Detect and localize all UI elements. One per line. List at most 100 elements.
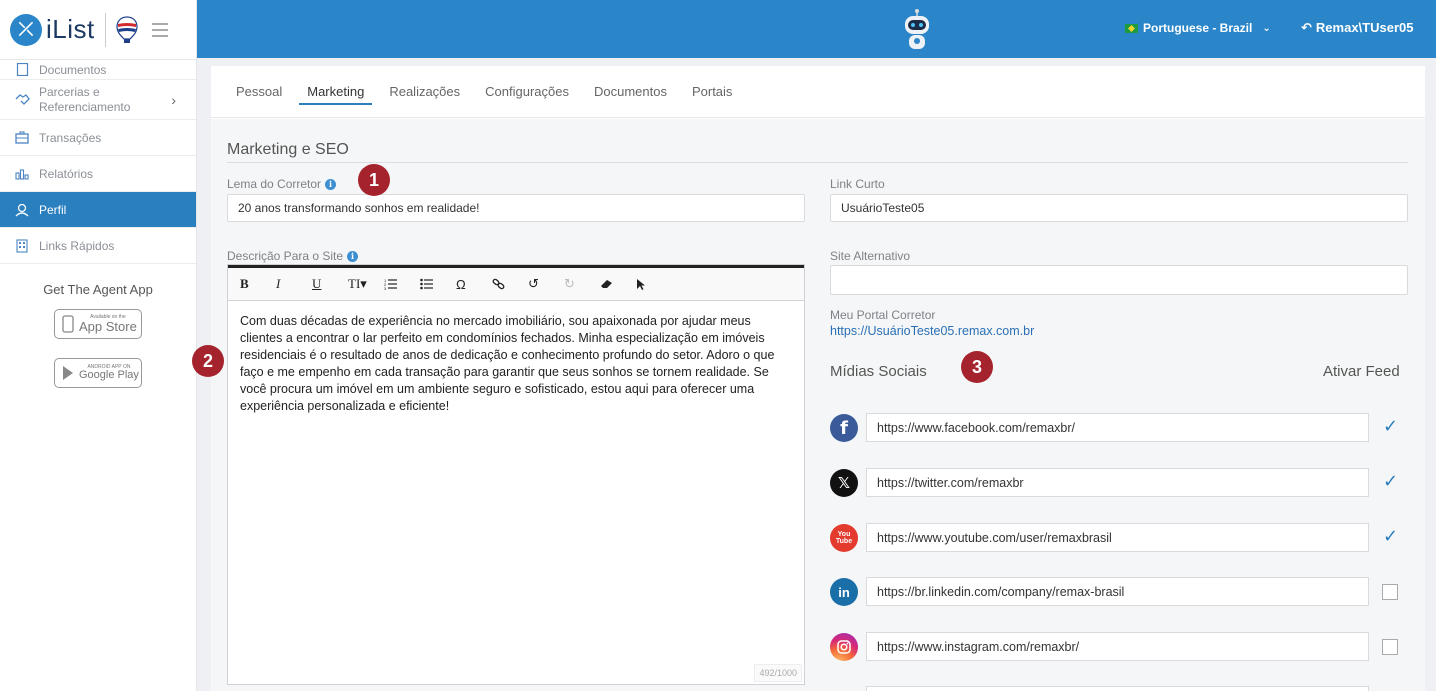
briefcase-icon (14, 130, 30, 146)
feed-check-icon[interactable]: ✓ (1383, 416, 1398, 437)
character-counter: 492/1000 (754, 664, 802, 682)
social-row-partial (830, 686, 1410, 691)
tab-configuracoes[interactable]: Configurações (485, 78, 569, 105)
social-url-input[interactable] (866, 686, 1369, 691)
undo-icon[interactable]: ↺ (528, 276, 564, 292)
topbar: Portuguese - Brazil ⌄ ↶ Remax\TUser05 (197, 0, 1436, 58)
sidebar-item-links-rapidos[interactable]: Links Rápidos (0, 228, 196, 264)
description-label: Descrição Para o Site i (227, 249, 359, 263)
ilist-logo-text[interactable]: iList (46, 14, 95, 45)
app-store-big-text: App Store (79, 319, 137, 334)
logo-bar: ⤫ iList (0, 0, 196, 60)
portal-label: Meu Portal Corretor (830, 308, 936, 322)
bold-icon[interactable]: B (240, 276, 276, 292)
underline-icon[interactable]: U (312, 276, 348, 292)
x-url-input[interactable]: https://twitter.com/remaxbr (866, 468, 1369, 497)
info-icon[interactable]: i (347, 250, 359, 262)
linkedin-icon: in (830, 578, 858, 606)
redo-icon[interactable]: ↻ (564, 276, 600, 292)
sidebar-item-label: Perfil (39, 202, 67, 217)
sidebar-item-label: Documentos (39, 63, 107, 77)
social-row-x: 𝕏 https://twitter.com/remaxbr ✓ (830, 468, 1410, 498)
ordered-list-icon[interactable]: 123 (384, 278, 420, 290)
svg-text:3: 3 (384, 286, 387, 290)
marketing-form: Marketing e SEO Lema do Corretor i 20 an… (192, 119, 1425, 691)
motto-input[interactable]: 20 anos transformando sonhos em realidad… (227, 194, 805, 222)
social-row-youtube: You Tube https://www.youtube.com/user/rem… (830, 523, 1410, 553)
tab-pessoal[interactable]: Pessoal (236, 78, 282, 105)
tab-marketing[interactable]: Marketing (299, 78, 373, 105)
profile-tabs: Pessoal Marketing Realizações Configuraç… (211, 66, 1425, 118)
main-card: Pessoal Marketing Realizações Configuraç… (192, 66, 1425, 691)
sidebar-item-label: Relatórios (39, 166, 94, 181)
facebook-url-input[interactable]: https://www.facebook.com/remaxbr/ (866, 413, 1369, 442)
description-editor: B I U TI▾ 123 Ω ↺ ↻ Com duas décadas de … (227, 264, 805, 685)
logo-divider (104, 12, 106, 47)
x-twitter-icon: 𝕏 (830, 469, 858, 497)
chevron-down-icon: ⌄ (1262, 22, 1271, 34)
italic-icon[interactable]: I (276, 276, 312, 292)
chevron-right-icon: › (171, 91, 176, 108)
sidebar-item-documentos[interactable]: Documentos (0, 60, 196, 80)
language-selector[interactable]: Portuguese - Brazil ⌄ (1125, 21, 1271, 35)
hamburger-menu-icon[interactable] (151, 22, 168, 37)
link-icon[interactable] (492, 278, 528, 290)
ilist-logo-icon[interactable]: ⤫ (10, 13, 42, 46)
robot-assistant-icon[interactable] (899, 8, 935, 52)
sidebar-item-relatorios[interactable]: Relatórios (0, 156, 196, 192)
description-textarea[interactable]: Com duas décadas de experiência no merca… (228, 301, 804, 427)
pointer-icon[interactable] (636, 278, 672, 291)
feed-title: Ativar Feed (1323, 363, 1400, 380)
feed-check-icon[interactable]: ✓ (1383, 471, 1398, 492)
info-icon[interactable]: i (325, 178, 337, 190)
linkedin-url-input[interactable]: https://br.linkedin.com/company/remax-br… (866, 577, 1369, 606)
youtube-url-input[interactable]: https://www.youtube.com/user/remaxbrasil (866, 523, 1369, 552)
alt-site-label: Site Alternativo (830, 249, 911, 263)
user-icon (14, 202, 30, 218)
agent-app-section: Get The Agent App Available on the App S… (0, 264, 196, 388)
sidebar-item-label: Parcerias e Referenciamento (39, 84, 131, 114)
short-link-label: Link Curto (830, 177, 885, 191)
sidebar-item-parcerias[interactable]: Parcerias e Referenciamento › (0, 80, 196, 120)
annotation-badge-3: 3 (961, 351, 993, 383)
app-store-button[interactable]: Available on the App Store (54, 309, 142, 339)
tab-realizacoes[interactable]: Realizações (389, 78, 460, 105)
alt-site-input[interactable] (830, 265, 1408, 295)
phone-icon (62, 315, 74, 333)
feed-check-icon[interactable]: ✓ (1383, 526, 1398, 547)
social-title: Mídias Sociais (830, 363, 927, 380)
user-menu[interactable]: ↶ Remax\TUser05 (1301, 20, 1413, 36)
instagram-url-input[interactable]: https://www.instagram.com/remaxbr/ (866, 632, 1369, 661)
annotation-badge-1: 1 (358, 164, 390, 196)
section-title: Marketing e SEO (227, 141, 349, 158)
sidebar-item-transacoes[interactable]: Transações (0, 120, 196, 156)
facebook-icon: f (830, 414, 858, 442)
sidebar-nav: Documentos Parcerias e Referenciamento ›… (0, 60, 196, 264)
tab-portais[interactable]: Portais (692, 78, 732, 105)
unordered-list-icon[interactable] (420, 278, 456, 290)
sidebar-item-perfil[interactable]: Perfil (0, 192, 196, 228)
special-character-icon[interactable]: Ω (456, 277, 492, 292)
sidebar-item-label: Transações (39, 130, 102, 145)
youtube-icon: You Tube (830, 524, 858, 552)
agent-app-title: Get The Agent App (43, 282, 153, 297)
portal-link[interactable]: https://UsuárioTeste05.remax.com.br (830, 324, 1034, 338)
sidebar: ⤫ iList Documentos Parcerias e Referenci… (0, 0, 197, 691)
google-play-button[interactable]: ANDROID APP ON Google Play (54, 358, 142, 388)
feed-checkbox[interactable] (1382, 584, 1398, 600)
short-link-input[interactable]: UsuárioTeste05 (830, 194, 1408, 222)
tab-documentos[interactable]: Documentos (594, 78, 667, 105)
feed-checkbox[interactable] (1382, 639, 1398, 655)
document-icon (14, 61, 30, 77)
instagram-icon (830, 633, 858, 661)
back-arrow-icon: ↶ (1301, 20, 1312, 35)
google-play-big-text: Google Play (79, 369, 139, 381)
social-row-instagram: https://www.instagram.com/remaxbr/ (830, 632, 1410, 662)
text-size-icon[interactable]: TI▾ (348, 276, 384, 292)
social-row-linkedin: in https://br.linkedin.com/company/remax… (830, 577, 1410, 607)
handshake-icon (14, 92, 30, 108)
motto-label: Lema do Corretor i (227, 177, 337, 191)
annotation-badge-2: 2 (192, 345, 224, 377)
social-row-facebook: f https://www.facebook.com/remaxbr/ ✓ (830, 413, 1410, 443)
eraser-icon[interactable] (600, 279, 636, 289)
